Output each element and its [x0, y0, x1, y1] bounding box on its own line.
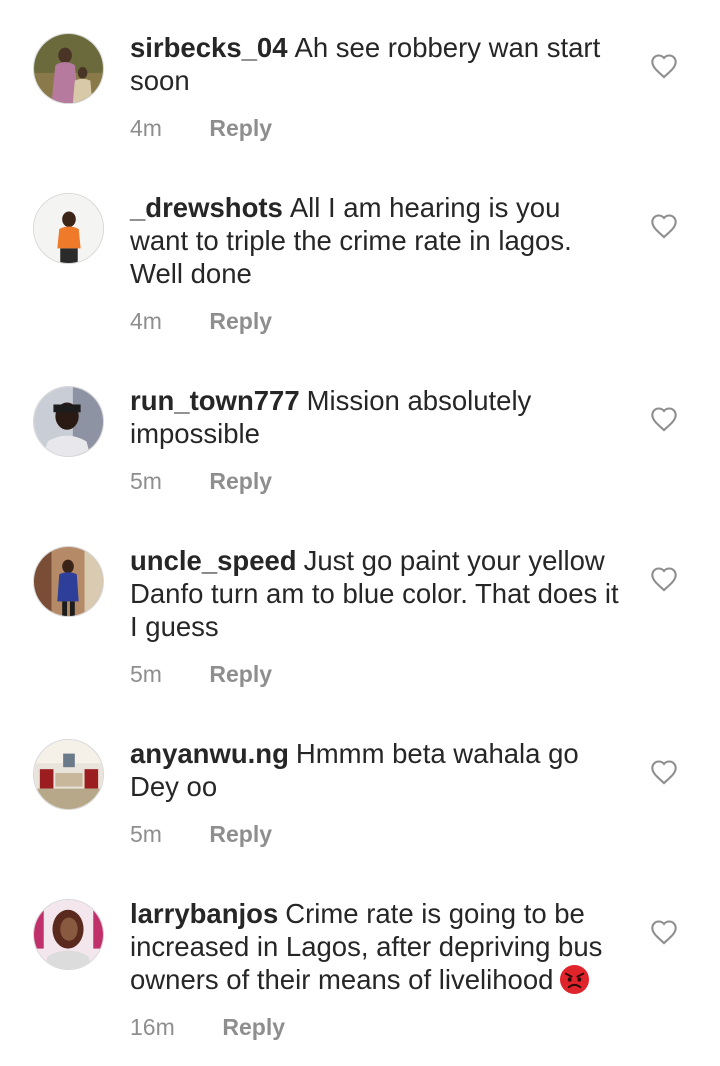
like-button[interactable] [650, 566, 678, 592]
comment-username[interactable]: larrybanjos [130, 898, 278, 929]
heart-outline-icon [651, 567, 677, 592]
comment-meta: 4m Reply [130, 114, 625, 142]
comment-text-block: sirbecks_04 Ah see robbery wan start soon [130, 31, 625, 97]
comment-timestamp: 16m [130, 1014, 175, 1040]
comment-timestamp: 5m [130, 468, 162, 494]
comment-body: anyanwu.ng Hmmm beta wahala go Dey oo 5m … [130, 737, 625, 848]
comment-text-block: _drewshots All I am hearing is you want t… [130, 191, 625, 290]
reply-button[interactable]: Reply [209, 661, 272, 687]
comment-timestamp: 5m [130, 661, 162, 687]
heart-outline-icon [651, 54, 677, 79]
comment-timestamp: 4m [130, 115, 162, 141]
comment-body: larrybanjos Crime rate is going to be inc… [130, 897, 625, 1041]
like-button[interactable] [650, 919, 678, 945]
user-photo-avatar-icon [34, 547, 103, 616]
angry-face-emoji-icon [560, 964, 590, 995]
comment-username[interactable]: sirbecks_04 [130, 32, 288, 63]
comment-meta: 5m Reply [130, 820, 625, 848]
comment-username[interactable]: anyanwu.ng [130, 738, 289, 769]
reply-button[interactable]: Reply [209, 308, 272, 334]
user-photo-avatar-icon [34, 34, 103, 103]
comment-meta: 16m Reply [130, 1013, 625, 1041]
comment-text-block: run_town777 Mission absolutely impossible [130, 384, 625, 450]
comment-body: sirbecks_04 Ah see robbery wan start soon… [130, 31, 625, 142]
comment-body: run_town777 Mission absolutely impossible… [130, 384, 625, 495]
comment-text-block: larrybanjos Crime rate is going to be inc… [130, 897, 625, 996]
comment-timestamp: 4m [130, 308, 162, 334]
like-button[interactable] [650, 406, 678, 432]
like-button[interactable] [650, 213, 678, 239]
heart-outline-icon [651, 760, 677, 785]
comment-body: uncle_speed Just go paint your yellow Dan… [130, 544, 625, 688]
reply-button[interactable]: Reply [209, 821, 272, 847]
comment-username[interactable]: uncle_speed [130, 545, 297, 576]
comment-timestamp: 5m [130, 821, 162, 847]
user-photo-avatar-icon [34, 387, 103, 456]
heart-outline-icon [651, 407, 677, 432]
like-button[interactable] [650, 53, 678, 79]
user-photo-avatar-icon [34, 194, 103, 263]
comment-meta: 5m Reply [130, 660, 625, 688]
like-button[interactable] [650, 759, 678, 785]
avatar[interactable] [33, 193, 104, 264]
avatar[interactable] [33, 899, 104, 970]
user-photo-avatar-icon [34, 740, 103, 809]
avatar[interactable] [33, 386, 104, 457]
comment-text-block: anyanwu.ng Hmmm beta wahala go Dey oo [130, 737, 625, 803]
comment-body: _drewshots All I am hearing is you want t… [130, 191, 625, 335]
avatar[interactable] [33, 546, 104, 617]
reply-button[interactable]: Reply [222, 1014, 285, 1040]
comment-meta: 4m Reply [130, 307, 625, 335]
comment-text-block: uncle_speed Just go paint your yellow Dan… [130, 544, 625, 643]
heart-outline-icon [651, 920, 677, 945]
heart-outline-icon [651, 214, 677, 239]
avatar[interactable] [33, 739, 104, 810]
comment-meta: 5m Reply [130, 467, 625, 495]
user-photo-avatar-icon [34, 900, 103, 969]
comment-username[interactable]: run_town777 [130, 385, 300, 416]
reply-button[interactable]: Reply [209, 115, 272, 141]
avatar[interactable] [33, 33, 104, 104]
reply-button[interactable]: Reply [209, 468, 272, 494]
comment-username[interactable]: _drewshots [130, 192, 283, 223]
